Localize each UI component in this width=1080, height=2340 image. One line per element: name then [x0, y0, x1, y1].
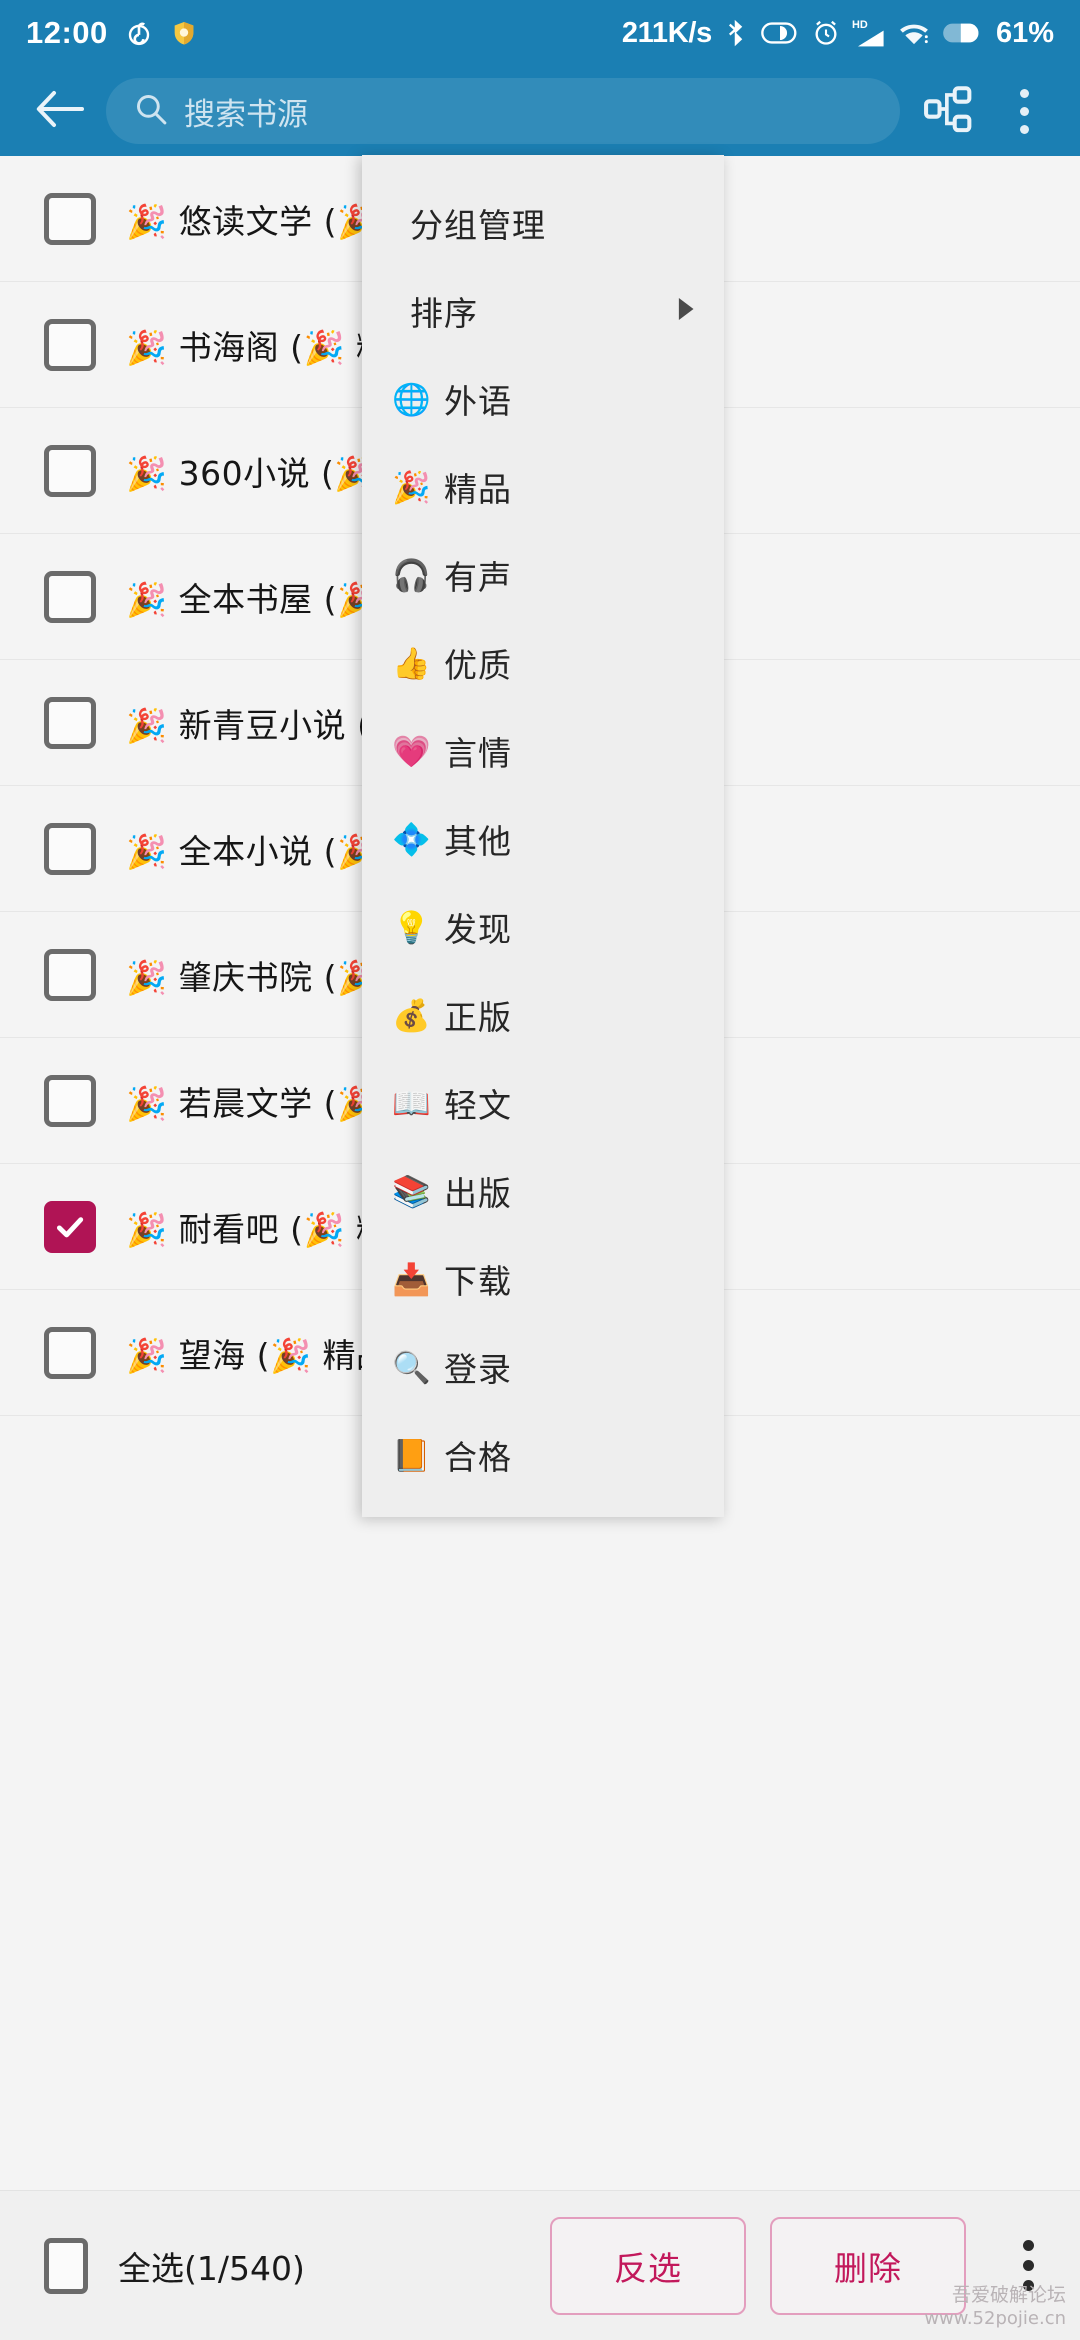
- menu-item[interactable]: 👍 优质: [362, 619, 724, 707]
- shield-icon: [170, 19, 198, 47]
- bottom-overflow-button[interactable]: [990, 2216, 1066, 2316]
- search-icon: [134, 92, 168, 131]
- battery-percent: 61%: [995, 16, 1054, 49]
- menu-item-label: 合格: [444, 1438, 512, 1477]
- menu-item-emoji-icon: 🔍: [392, 1349, 431, 1386]
- row-checkbox[interactable]: [44, 1200, 96, 1253]
- app-bar: 搜索书源: [0, 66, 1080, 156]
- menu-item-emoji-icon: 🎧: [392, 557, 431, 594]
- menu-item[interactable]: 💠 其他: [362, 795, 724, 883]
- overflow-popup-menu[interactable]: 分组管理 排序 🌐 外语 🎉 精品 🎧 有声 👍 优质 💗 言情 💠 其他 💡 发现 💰 正版 📖 轻文 📚 出版 📥 下载 🔍…: [362, 155, 724, 1517]
- svg-text:HD: HD: [852, 19, 868, 31]
- menu-item-emoji-icon: 📖: [392, 1085, 431, 1122]
- search-input[interactable]: 搜索书源: [106, 78, 900, 144]
- network-speed: 211K/s: [621, 16, 712, 49]
- chevron-right-icon: [676, 296, 698, 327]
- menu-item-label: 下载: [444, 1262, 512, 1301]
- bottom-buttons: 反选 删除: [550, 2216, 1066, 2316]
- menu-item-label: 精品: [444, 470, 512, 509]
- menu-item-label: 轻文: [444, 1086, 512, 1125]
- hd-signal-icon: HD: [852, 17, 886, 49]
- row-checkbox[interactable]: [44, 570, 96, 623]
- menu-item[interactable]: 🎉 精品: [362, 443, 724, 531]
- alarm-icon: [812, 19, 840, 47]
- netease-music-icon: [124, 18, 154, 48]
- menu-item[interactable]: 📙 合格: [362, 1411, 724, 1499]
- menu-item-label: 排序: [410, 294, 478, 333]
- menu-item-label: 分组管理: [410, 206, 546, 245]
- battery-icon: [942, 20, 982, 46]
- menu-item[interactable]: 📖 轻文: [362, 1059, 724, 1147]
- menu-item-label: 发现: [444, 910, 512, 949]
- bottom-action-bar: 全选(1/540) 反选 删除: [0, 2190, 1080, 2340]
- menu-item[interactable]: 💗 言情: [362, 707, 724, 795]
- select-all-label: 全选(1/540): [118, 2248, 305, 2288]
- bluetooth-icon: [724, 18, 748, 48]
- menu-item-emoji-icon: 📥: [392, 1261, 431, 1298]
- menu-item-label: 登录: [444, 1350, 512, 1389]
- menu-item-label: 正版: [444, 998, 512, 1037]
- menu-item-label: 出版: [444, 1174, 512, 1213]
- invert-selection-button[interactable]: 反选: [550, 2216, 746, 2315]
- row-checkbox[interactable]: [44, 948, 96, 1001]
- menu-item[interactable]: 🔍 登录: [362, 1323, 724, 1411]
- row-checkbox[interactable]: [44, 1074, 96, 1127]
- row-checkbox[interactable]: [44, 696, 96, 749]
- status-bar: 12:00 211K/s HD 61%: [0, 0, 1080, 66]
- menu-item-label: 优质: [444, 646, 512, 685]
- menu-item-label: 言情: [444, 734, 512, 773]
- menu-item[interactable]: 🌐 外语: [362, 355, 724, 443]
- menu-item-emoji-icon: 💰: [392, 997, 431, 1034]
- sitemap-icon: [923, 84, 973, 139]
- menu-item[interactable]: 分组管理: [362, 179, 724, 267]
- row-checkbox[interactable]: [44, 1326, 96, 1379]
- row-checkbox[interactable]: [44, 822, 96, 875]
- menu-item[interactable]: 💡 发现: [362, 883, 724, 971]
- back-button[interactable]: [18, 69, 102, 153]
- status-bar-right: 211K/s HD 61%: [622, 17, 1054, 50]
- menu-item-emoji-icon: 💡: [392, 909, 431, 946]
- menu-item[interactable]: 排序: [362, 267, 724, 355]
- menu-item-emoji-icon: 💗: [392, 733, 431, 770]
- select-all-checkbox[interactable]: [44, 2237, 88, 2294]
- menu-item-label: 其他: [444, 822, 512, 861]
- status-bar-clock: 12:00: [26, 15, 108, 50]
- menu-item-emoji-icon: 📙: [392, 1437, 431, 1474]
- appbar-overflow-button[interactable]: [986, 73, 1062, 149]
- do-not-disturb-icon: [760, 18, 800, 48]
- sitemap-button[interactable]: [910, 73, 986, 149]
- search-placeholder-text: 搜索书源: [184, 96, 308, 132]
- row-checkbox[interactable]: [44, 318, 96, 371]
- menu-item-label: 有声: [444, 558, 512, 597]
- menu-item-emoji-icon: 🌐: [392, 381, 431, 418]
- menu-item-emoji-icon: 👍: [392, 645, 431, 682]
- menu-item-emoji-icon: 🎉: [392, 469, 431, 506]
- menu-item-label: 外语: [444, 382, 512, 421]
- menu-item[interactable]: 🎧 有声: [362, 531, 724, 619]
- menu-item-emoji-icon: 📚: [392, 1173, 431, 1210]
- menu-item[interactable]: 📥 下载: [362, 1235, 724, 1323]
- phone-screen: 12:00 211K/s HD 61% 搜索书源 🎉 悠读文学 (🎉 精品) 🎉…: [0, 0, 1080, 2340]
- back-arrow-icon: [34, 87, 86, 136]
- row-checkbox[interactable]: [44, 444, 96, 497]
- status-bar-left: 12:00: [26, 15, 198, 51]
- select-all-control[interactable]: 全选(1/540): [44, 2237, 305, 2294]
- overflow-menu-icon: [1019, 88, 1029, 134]
- row-checkbox[interactable]: [44, 192, 96, 245]
- delete-button[interactable]: 删除: [770, 2216, 966, 2315]
- menu-item[interactable]: 💰 正版: [362, 971, 724, 1059]
- menu-item[interactable]: 📚 出版: [362, 1147, 724, 1235]
- menu-item-emoji-icon: 💠: [392, 821, 431, 858]
- overflow-menu-icon: [1022, 2240, 1034, 2291]
- wifi-icon: [898, 19, 930, 47]
